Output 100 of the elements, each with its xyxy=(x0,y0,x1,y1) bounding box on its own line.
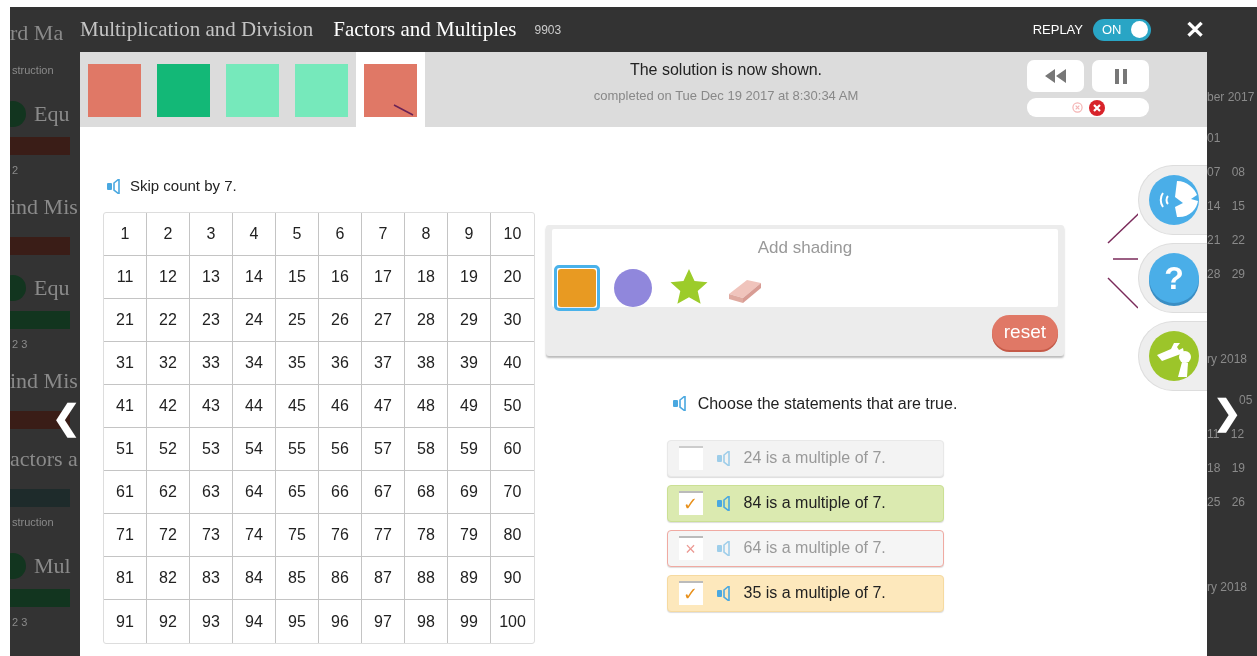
grid-cell[interactable]: 78 xyxy=(405,514,448,557)
grid-cell[interactable]: 93 xyxy=(190,600,233,643)
speech-button[interactable] xyxy=(1138,165,1207,235)
grid-cell[interactable]: 23 xyxy=(190,299,233,342)
grid-cell[interactable]: 30 xyxy=(491,299,534,342)
grid-cell[interactable]: 25 xyxy=(276,299,319,342)
grid-cell[interactable]: 27 xyxy=(362,299,405,342)
grid-cell[interactable]: 51 xyxy=(104,428,147,471)
grid-cell[interactable]: 62 xyxy=(147,471,190,514)
grid-cell[interactable]: 77 xyxy=(362,514,405,557)
grid-cell[interactable]: 68 xyxy=(405,471,448,514)
grid-cell[interactable]: 15 xyxy=(276,256,319,299)
grid-cell[interactable]: 34 xyxy=(233,342,276,385)
grid-cell[interactable]: 55 xyxy=(276,428,319,471)
tools-button[interactable] xyxy=(1138,321,1207,391)
grid-cell[interactable]: 41 xyxy=(104,385,147,428)
grid-cell[interactable]: 29 xyxy=(448,299,491,342)
grid-cell[interactable]: 65 xyxy=(276,471,319,514)
statement-option[interactable]: ✓ 84 is a multiple of 7. xyxy=(666,484,944,522)
grid-cell[interactable]: 58 xyxy=(405,428,448,471)
grid-cell[interactable]: 37 xyxy=(362,342,405,385)
grid-cell[interactable]: 21 xyxy=(104,299,147,342)
grid-cell[interactable]: 6 xyxy=(319,213,362,256)
grid-cell[interactable]: 95 xyxy=(276,600,319,643)
grid-cell[interactable]: 84 xyxy=(233,557,276,600)
grid-cell[interactable]: 50 xyxy=(491,385,534,428)
grid-cell[interactable]: 2 xyxy=(147,213,190,256)
grid-cell[interactable]: 74 xyxy=(233,514,276,557)
unit-title[interactable]: Multiplication and Division xyxy=(80,13,314,46)
grid-cell[interactable]: 26 xyxy=(319,299,362,342)
grid-cell[interactable]: 76 xyxy=(319,514,362,557)
grid-cell[interactable]: 16 xyxy=(319,256,362,299)
grid-cell[interactable]: 17 xyxy=(362,256,405,299)
grid-cell[interactable]: 67 xyxy=(362,471,405,514)
grid-cell[interactable]: 48 xyxy=(405,385,448,428)
grid-cell[interactable]: 39 xyxy=(448,342,491,385)
grid-cell[interactable]: 75 xyxy=(276,514,319,557)
grid-cell[interactable]: 13 xyxy=(190,256,233,299)
shading-tool[interactable] xyxy=(554,264,600,311)
grid-cell[interactable]: 61 xyxy=(104,471,147,514)
grid-cell[interactable]: 22 xyxy=(147,299,190,342)
grid-cell[interactable]: 99 xyxy=(448,600,491,643)
grid-cell[interactable]: 92 xyxy=(147,600,190,643)
grid-cell[interactable]: 57 xyxy=(362,428,405,471)
grid-cell[interactable]: 54 xyxy=(233,428,276,471)
grid-cell[interactable]: 60 xyxy=(491,428,534,471)
checkbox[interactable] xyxy=(678,446,703,470)
grid-cell[interactable]: 59 xyxy=(448,428,491,471)
grid-cell[interactable]: 28 xyxy=(405,299,448,342)
grid-cell[interactable]: 18 xyxy=(405,256,448,299)
grid-cell[interactable]: 14 xyxy=(233,256,276,299)
grid-cell[interactable]: 90 xyxy=(491,557,534,600)
grid-cell[interactable]: 40 xyxy=(491,342,534,385)
grid-cell[interactable]: 38 xyxy=(405,342,448,385)
close-button[interactable]: ✕ xyxy=(1185,17,1205,42)
grid-cell[interactable]: 91 xyxy=(104,600,147,643)
grid-cell[interactable]: 70 xyxy=(491,471,534,514)
grid-cell[interactable]: 5 xyxy=(276,213,319,256)
grid-cell[interactable]: 1 xyxy=(104,213,147,256)
grid-cell[interactable]: 24 xyxy=(233,299,276,342)
grid-cell[interactable]: 89 xyxy=(448,557,491,600)
grid-cell[interactable]: 53 xyxy=(190,428,233,471)
grid-cell[interactable]: 72 xyxy=(147,514,190,557)
grid-cell[interactable]: 63 xyxy=(190,471,233,514)
grid-cell[interactable]: 33 xyxy=(190,342,233,385)
grid-cell[interactable]: 43 xyxy=(190,385,233,428)
grid-cell[interactable]: 7 xyxy=(362,213,405,256)
grid-cell[interactable]: 56 xyxy=(319,428,362,471)
grid-cell[interactable]: 100 xyxy=(491,600,534,643)
grid-cell[interactable]: 10 xyxy=(491,213,534,256)
grid-cell[interactable]: 81 xyxy=(104,557,147,600)
grid-cell[interactable]: 12 xyxy=(147,256,190,299)
grid-cell[interactable]: 32 xyxy=(147,342,190,385)
grid-cell[interactable]: 9 xyxy=(448,213,491,256)
grid-cell[interactable]: 97 xyxy=(362,600,405,643)
grid-cell[interactable]: 47 xyxy=(362,385,405,428)
pause-button[interactable] xyxy=(1092,60,1149,92)
grid-cell[interactable]: 11 xyxy=(104,256,147,299)
grid-cell[interactable]: 19 xyxy=(448,256,491,299)
grid-cell[interactable]: 85 xyxy=(276,557,319,600)
grid-cell[interactable]: 52 xyxy=(147,428,190,471)
grid-cell[interactable]: 98 xyxy=(405,600,448,643)
grid-cell[interactable]: 45 xyxy=(276,385,319,428)
grid-cell[interactable]: 87 xyxy=(362,557,405,600)
grid-cell[interactable]: 42 xyxy=(147,385,190,428)
grid-cell[interactable]: 8 xyxy=(405,213,448,256)
grid-cell[interactable]: 49 xyxy=(448,385,491,428)
grid-cell[interactable]: 94 xyxy=(233,600,276,643)
grid-cell[interactable]: 20 xyxy=(491,256,534,299)
grid-cell[interactable]: 82 xyxy=(147,557,190,600)
grid-cell[interactable]: 44 xyxy=(233,385,276,428)
grid-cell[interactable]: 83 xyxy=(190,557,233,600)
grid-cell[interactable]: 86 xyxy=(319,557,362,600)
grid-cell[interactable]: 46 xyxy=(319,385,362,428)
grid-cell[interactable]: 96 xyxy=(319,600,362,643)
grid-cell[interactable]: 88 xyxy=(405,557,448,600)
grid-cell[interactable]: 80 xyxy=(491,514,534,557)
grid-cell[interactable]: 36 xyxy=(319,342,362,385)
statement-option[interactable]: ✓ 35 is a multiple of 7. xyxy=(666,574,944,612)
grid-cell[interactable]: 69 xyxy=(448,471,491,514)
